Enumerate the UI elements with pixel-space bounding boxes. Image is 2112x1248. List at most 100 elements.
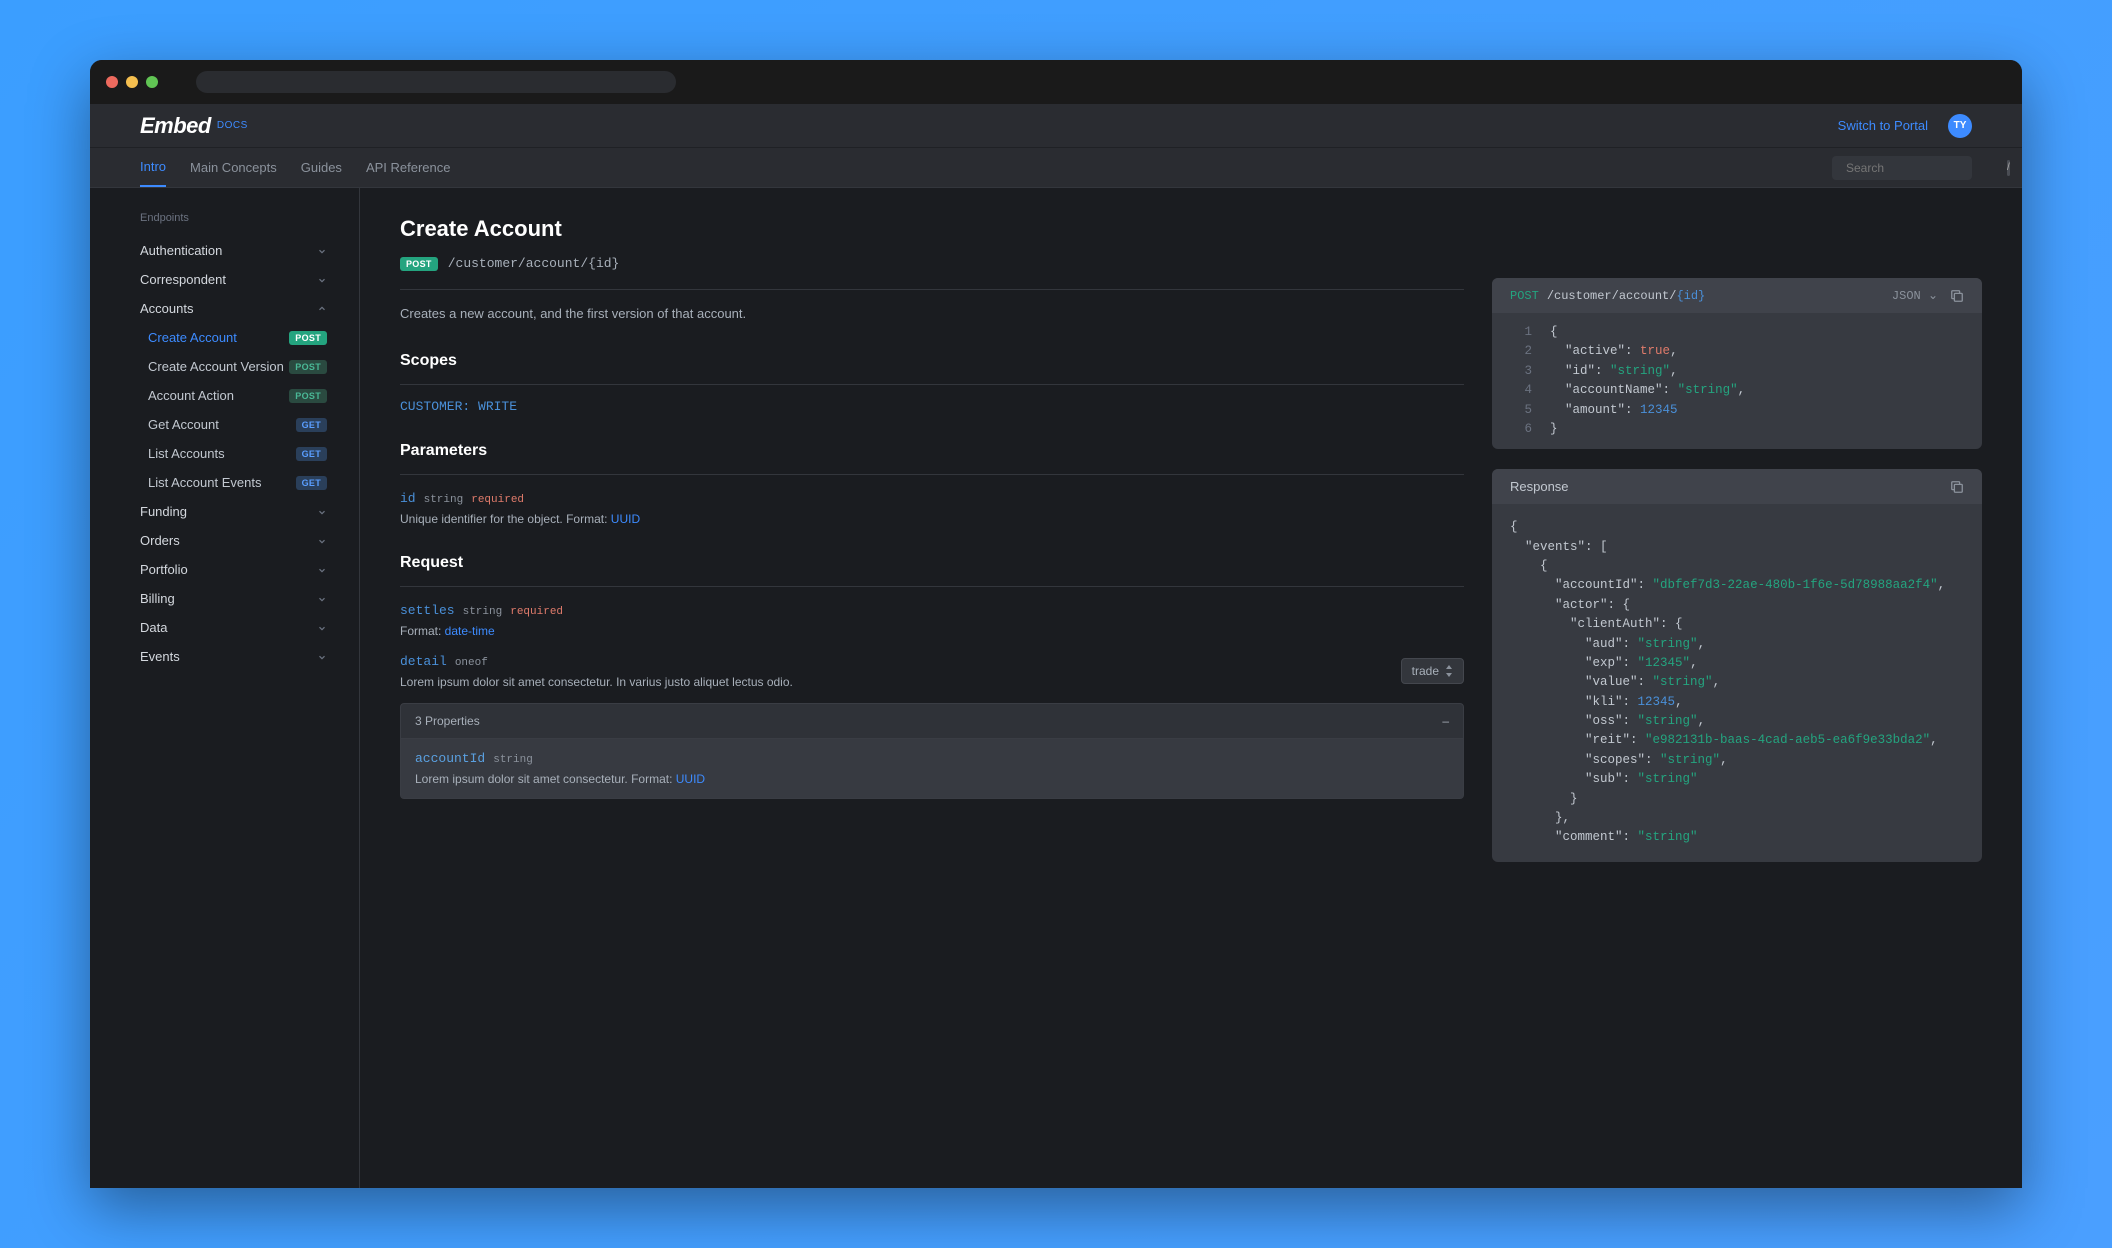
code-header: Response — [1492, 469, 1982, 504]
method-badge: GET — [296, 476, 327, 490]
sidebar-item-label: Correspondent — [140, 272, 226, 287]
page-title: Create Account — [400, 216, 1464, 242]
chevron-down-icon — [317, 623, 327, 633]
date-time-link[interactable]: date-time — [445, 624, 495, 638]
endpoint-line: POST /customer/account/{id} — [400, 256, 1464, 271]
page-description: Creates a new account, and the first ver… — [400, 304, 1464, 324]
param-id: id string required Unique identifier for… — [400, 491, 1464, 526]
method-badge: POST — [289, 389, 327, 403]
sidebar-item-create-account-version[interactable]: Create Account Version POST — [90, 352, 359, 381]
sidebar-item-label: List Account Events — [148, 475, 261, 490]
sidebar-item-label: Accounts — [140, 301, 193, 316]
scopes-heading: Scopes — [400, 352, 1464, 370]
divider — [400, 474, 1464, 475]
sidebar-item-label: Create Account Version — [148, 359, 284, 374]
sidebar-item-label: Billing — [140, 591, 175, 606]
url-bar[interactable] — [196, 71, 676, 93]
sidebar-item-get-account[interactable]: Get Account GET — [90, 410, 359, 439]
properties-header[interactable]: 3 Properties – — [401, 704, 1463, 739]
uuid-link[interactable]: UUID — [611, 512, 640, 526]
param-detail: detail oneof Lorem ipsum dolor sit amet … — [400, 654, 1464, 689]
chevron-down-icon: ⌄ — [1928, 289, 1938, 303]
avatar[interactable]: TY — [1948, 114, 1972, 138]
method-badge: POST — [289, 331, 327, 345]
switch-to-portal-link[interactable]: Switch to Portal — [1838, 118, 1928, 133]
sidebar-item-account-action[interactable]: Account Action POST — [90, 381, 359, 410]
uuid-link[interactable]: UUID — [676, 772, 705, 786]
sidebar-item-list-accounts[interactable]: List Accounts GET — [90, 439, 359, 468]
properties-count: 3 Properties — [415, 714, 480, 728]
request-heading: Request — [400, 554, 1464, 572]
sidebar-item-accounts[interactable]: Accounts — [90, 294, 359, 323]
request-code-card: POST /customer/account/{id} JSON ⌄ 1{2 "… — [1492, 278, 1982, 449]
search-input[interactable] — [1846, 161, 2001, 175]
sidebar-item-funding[interactable]: Funding — [90, 497, 359, 526]
minimize-window-button[interactable] — [126, 76, 138, 88]
sidebar-item-portfolio[interactable]: Portfolio — [90, 555, 359, 584]
method-badge: POST — [400, 257, 438, 271]
param-description: Lorem ipsum dolor sit amet consectetur. … — [415, 772, 1449, 786]
divider — [400, 586, 1464, 587]
sidebar-item-label: Funding — [140, 504, 187, 519]
param-type: oneof — [455, 657, 488, 669]
sidebar-item-data[interactable]: Data — [90, 613, 359, 642]
chevron-down-icon — [317, 565, 327, 575]
param-name: settles — [400, 603, 455, 618]
param-settles: settles string required Format: date-tim… — [400, 603, 1464, 638]
search-box[interactable]: / — [1832, 156, 1972, 180]
response-code-card: Response { "events": [ { "accountId": "d… — [1492, 469, 1982, 861]
code-path: /customer/account/{id} — [1547, 289, 1705, 303]
sort-icon — [1445, 665, 1453, 677]
properties-body: accountId string Lorem ipsum dolor sit a… — [401, 739, 1463, 798]
documentation-column: Create Account POST /customer/account/{i… — [400, 216, 1464, 882]
param-name: accountId — [415, 751, 485, 766]
sidebar-section-label: Endpoints — [90, 212, 359, 236]
app-window: Embed DOCS Switch to Portal TY Intro Mai… — [90, 60, 2022, 1188]
response-title: Response — [1510, 479, 1569, 494]
nav-guides[interactable]: Guides — [301, 149, 342, 186]
sidebar-item-orders[interactable]: Orders — [90, 526, 359, 555]
param-description: Lorem ipsum dolor sit amet consectetur. … — [400, 675, 793, 689]
param-type: string — [463, 606, 503, 618]
param-description: Format: date-time — [400, 624, 1464, 638]
parameters-heading: Parameters — [400, 442, 1464, 460]
param-type: string — [493, 754, 533, 766]
nav-intro[interactable]: Intro — [140, 148, 166, 187]
collapse-icon: – — [1442, 714, 1449, 728]
scope-value: CUSTOMER: WRITE — [400, 399, 1464, 414]
method-badge: GET — [296, 418, 327, 432]
method-badge: GET — [296, 447, 327, 461]
copy-icon[interactable] — [1950, 289, 1964, 303]
sidebar-item-events[interactable]: Events — [90, 642, 359, 671]
sidebar-item-create-account[interactable]: Create Account POST — [90, 323, 359, 352]
detail-type-select[interactable]: trade — [1401, 658, 1464, 684]
titlebar — [90, 60, 2022, 104]
sidebar-item-label: Orders — [140, 533, 180, 548]
response-body: { "events": [ { "accountId": "dbfef7d3-2… — [1492, 504, 1982, 861]
sidebar-item-correspondent[interactable]: Correspondent — [90, 265, 359, 294]
sidebar-item-list-account-events[interactable]: List Account Events GET — [90, 468, 359, 497]
sidebar-item-authentication[interactable]: Authentication — [90, 236, 359, 265]
nav-main-concepts[interactable]: Main Concepts — [190, 149, 277, 186]
sidebar-item-label: Authentication — [140, 243, 222, 258]
maximize-window-button[interactable] — [146, 76, 158, 88]
logo-subtitle: DOCS — [217, 120, 248, 131]
chevron-down-icon — [317, 507, 327, 517]
body: Endpoints Authentication Correspondent A… — [90, 188, 2022, 1188]
code-column: POST /customer/account/{id} JSON ⌄ 1{2 "… — [1492, 216, 1982, 882]
param-required: required — [510, 606, 563, 618]
chevron-down-icon — [317, 536, 327, 546]
sidebar: Endpoints Authentication Correspondent A… — [90, 188, 360, 1188]
copy-icon[interactable] — [1950, 480, 1964, 494]
param-name: id — [400, 491, 416, 506]
sidebar-item-label: Account Action — [148, 388, 234, 403]
format-select[interactable]: JSON ⌄ — [1892, 288, 1938, 303]
code-body: 1{2 "active": true,3 "id": "string",4 "a… — [1492, 313, 1982, 449]
close-window-button[interactable] — [106, 76, 118, 88]
nav-api-reference[interactable]: API Reference — [366, 149, 451, 186]
chevron-down-icon — [317, 246, 327, 256]
sidebar-item-label: Create Account — [148, 330, 237, 345]
param-required: required — [471, 494, 524, 506]
chevron-down-icon — [317, 594, 327, 604]
sidebar-item-billing[interactable]: Billing — [90, 584, 359, 613]
